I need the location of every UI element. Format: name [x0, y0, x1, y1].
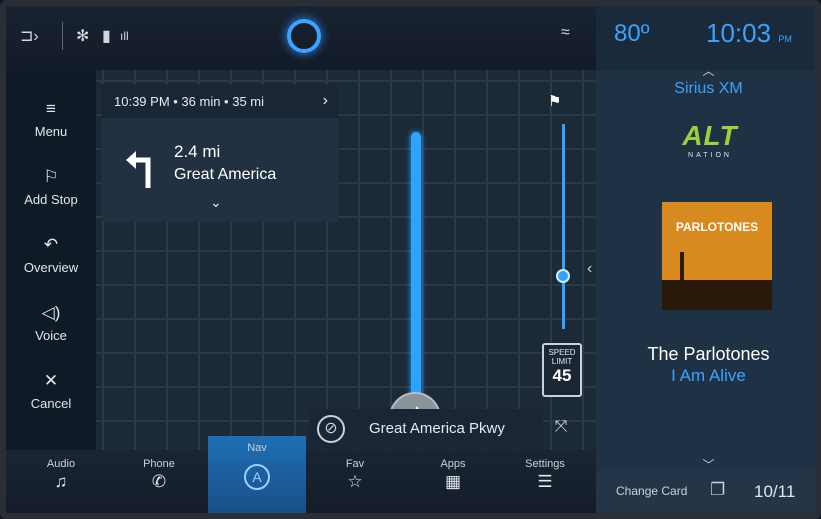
speed-limit-value: 45: [552, 366, 572, 385]
tab-audio[interactable]: Audio ♫: [12, 450, 110, 513]
star-icon: ☆: [347, 472, 363, 491]
add-stop-flag-icon: ⚐: [43, 167, 59, 186]
hamburger-icon: ≡: [46, 99, 56, 118]
current-road-name: Great America Pkwy: [369, 420, 505, 437]
tab-label: Phone: [143, 458, 175, 470]
voice-button[interactable]: ◁) Voice: [6, 302, 96, 343]
album-art-text: PARLOTONES: [675, 220, 759, 234]
add-stop-button[interactable]: ⚐ Add Stop: [6, 166, 96, 207]
menu-label: Menu: [34, 124, 68, 139]
assistant-icon[interactable]: [287, 19, 321, 53]
nav-left-menu: ≡ Menu ⚐ Add Stop ↶ Overview ◁) Voice ✕ …: [6, 70, 96, 450]
speed-limit-label: SPEED LIMIT: [548, 348, 576, 366]
cancel-label: Cancel: [30, 396, 72, 411]
tab-apps[interactable]: Apps ▦: [404, 450, 502, 513]
next-turn-panel[interactable]: 2.4 mi Great America ⌄: [102, 118, 338, 222]
status-divider: [62, 22, 63, 50]
apps-grid-icon: ▦: [444, 472, 462, 491]
tab-phone[interactable]: Phone ✆: [110, 450, 208, 513]
expand-icon[interactable]: ⤧: [546, 418, 576, 436]
nav-icon: A: [244, 464, 270, 490]
route-progress-knob[interactable]: [556, 269, 570, 283]
station-logo-subtext: NATION: [688, 152, 732, 159]
chevron-up-icon[interactable]: ︿: [596, 62, 815, 79]
turn-by-turn-card[interactable]: 10:39 PM • 36 min • 35 mi › 2.4 mi Great…: [102, 84, 338, 222]
route-progress-track: [562, 124, 565, 329]
next-turn-distance: 2.4 mi: [174, 142, 221, 161]
song-title: I Am Alive: [671, 366, 746, 385]
next-turn-street: Great America: [174, 166, 277, 183]
tab-settings[interactable]: Settings ☰: [496, 450, 594, 513]
speed-limit-sign: SPEED LIMIT 45: [542, 343, 582, 397]
card-bar: Change Card ❐ 10/11: [596, 470, 815, 513]
signal-icon: ıll: [120, 29, 129, 43]
no-entry-icon[interactable]: ⊘: [317, 415, 345, 443]
outside-temperature: 80º: [614, 20, 650, 47]
clock-ampm: PM: [778, 34, 792, 44]
overview-route-icon: ↶: [43, 235, 59, 254]
status-bar: ⊐› ✻ ▮ ıll ≈: [6, 6, 596, 70]
bottom-nav-bar: Audio ♫ Phone ✆ Nav A Fav ☆ Apps ▦ Setti…: [6, 436, 596, 513]
tab-label: Settings: [525, 458, 565, 470]
card-page-indicator: 10/11: [754, 482, 796, 501]
cancel-button[interactable]: ✕ Cancel: [6, 370, 96, 411]
phone-icon: ✆: [151, 472, 167, 491]
settings-sliders-icon: ☰: [537, 472, 553, 491]
artist-name: The Parlotones: [647, 344, 770, 364]
current-road-bar[interactable]: ⊘ Great America Pkwy: [309, 409, 543, 449]
clock: 10:03 PM: [706, 18, 792, 49]
destination-flag-icon: ⚑: [548, 93, 562, 110]
cards-stack-icon[interactable]: ❐: [710, 480, 725, 500]
wifi-icon: ≈: [561, 24, 570, 41]
chevron-left-icon[interactable]: ‹: [587, 260, 592, 278]
album-art-ground: [662, 280, 772, 310]
station-logo: ALT NATION: [675, 120, 745, 160]
tab-label: Apps: [440, 458, 466, 470]
speaker-icon: ◁): [41, 303, 61, 322]
change-card-button[interactable]: Change Card: [616, 484, 687, 498]
album-art: PARLOTONES: [662, 202, 772, 310]
add-stop-label: Add Stop: [24, 192, 78, 207]
eta-summary: 10:39 PM • 36 min • 35 mi: [114, 94, 265, 109]
tab-label: Audio: [46, 458, 76, 470]
sync-screen: ⊐› ✻ ▮ ıll ≈ ≡ Menu ⚐ Add Stop ↶ Overvie…: [0, 0, 821, 519]
phone-projection-icon[interactable]: ⊐›: [20, 26, 39, 46]
voice-label: Voice: [35, 328, 67, 343]
media-panel: 80º 10:03 PM ︿ Sirius XM ALT NATION PARL…: [596, 6, 815, 513]
overview-button[interactable]: ↶ Overview: [6, 234, 96, 275]
chevron-right-icon[interactable]: ›: [323, 92, 328, 110]
chevron-down-icon[interactable]: ⌄: [210, 194, 222, 211]
settings-icon: ✻: [76, 28, 90, 45]
menu-button[interactable]: ≡ Menu: [6, 98, 96, 139]
tab-label: Fav: [345, 458, 365, 470]
tab-label: Nav: [247, 442, 267, 454]
overview-label: Overview: [23, 260, 79, 275]
close-icon: ✕: [43, 371, 59, 390]
media-card[interactable]: ︿ Sirius XM ALT NATION PARLOTONES The Pa…: [596, 64, 815, 472]
music-note-icon: ♫: [54, 472, 68, 491]
tab-fav[interactable]: Fav ☆: [306, 450, 404, 513]
route-line: [411, 132, 421, 422]
clock-time: 10:03: [706, 18, 772, 48]
media-source: Sirius XM: [674, 80, 743, 97]
battery-icon: ▮: [102, 28, 111, 45]
tab-nav[interactable]: Nav A: [208, 436, 306, 513]
station-logo-text: ALT: [682, 120, 738, 151]
turn-left-icon: [126, 151, 151, 188]
